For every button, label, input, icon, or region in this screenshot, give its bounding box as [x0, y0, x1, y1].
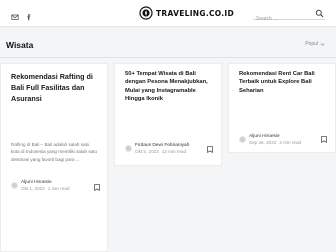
post-meta: Aljuni Hiroesie Sep 26, 2022 2 min read: [239, 134, 301, 145]
sort-label: Popul: [305, 41, 318, 47]
compass-logo-icon: [139, 6, 153, 20]
post-date: Sep 26, 2022: [249, 140, 277, 145]
author-avatar[interactable]: [11, 182, 18, 189]
read-time: 1 min read: [47, 186, 70, 191]
post-card[interactable]: Rekomendasi Rent Car Bali Terbaik untuk …: [228, 63, 336, 153]
top-header: TRAVELING.CO.ID: [0, 0, 336, 27]
author-avatar[interactable]: [125, 145, 132, 152]
email-icon[interactable]: [11, 8, 19, 20]
author-name[interactable]: Firdaus Dewi Febrianiyah: [135, 143, 189, 148]
section-divider: [0, 57, 336, 58]
post-title[interactable]: Rekomendasi Rent Car Bali Terbaik untuk …: [239, 70, 331, 95]
post-card[interactable]: 50+ Tempat Wisata di Bali dengan Pesona …: [114, 63, 222, 166]
post-title[interactable]: Rekomendasi Rafting di Bali Full Fasilit…: [11, 71, 103, 104]
author-avatar[interactable]: [239, 136, 246, 143]
post-excerpt: Rafting di Bali – Bali adalah salah satu…: [11, 142, 98, 162]
search-input[interactable]: [253, 13, 311, 25]
post-meta: Aljuni Hiroesie Okt 1, 2022 1 min read: [11, 180, 69, 191]
social-links: [11, 8, 33, 21]
author-name[interactable]: Aljuni Hiroesie: [21, 180, 69, 185]
post-title[interactable]: 50+ Tempat Wisata di Bali dengan Pesona …: [125, 70, 217, 104]
chevron-down-icon: [320, 42, 325, 46]
post-date: Okt 5, 2022: [135, 149, 159, 154]
author-name[interactable]: Aljuni Hiroesie: [249, 134, 301, 139]
post-card[interactable]: Rekomendasi Rafting di Bali Full Fasilit…: [0, 63, 108, 252]
read-time: 2 min read: [279, 140, 302, 145]
post-meta: Firdaus Dewi Febrianiyah Okt 5, 2022 13 …: [125, 143, 189, 154]
post-date: Okt 1, 2022: [21, 186, 45, 191]
logo-text: TRAVELING.CO.ID: [156, 8, 235, 18]
site-logo[interactable]: TRAVELING.CO.ID: [139, 6, 234, 20]
read-time: 13 min read: [161, 149, 187, 154]
facebook-icon[interactable]: [25, 8, 33, 21]
bookmark-icon[interactable]: [94, 184, 100, 191]
bookmark-icon[interactable]: [321, 136, 327, 143]
section-title: Wisata: [6, 40, 34, 50]
bookmark-icon[interactable]: [207, 146, 213, 153]
search-icon[interactable]: [315, 9, 324, 18]
sort-dropdown[interactable]: Popul: [305, 41, 325, 47]
search-box[interactable]: [253, 7, 325, 25]
category-section: Wisata Popul Rekomendasi Rafting di Bali…: [0, 27, 336, 252]
